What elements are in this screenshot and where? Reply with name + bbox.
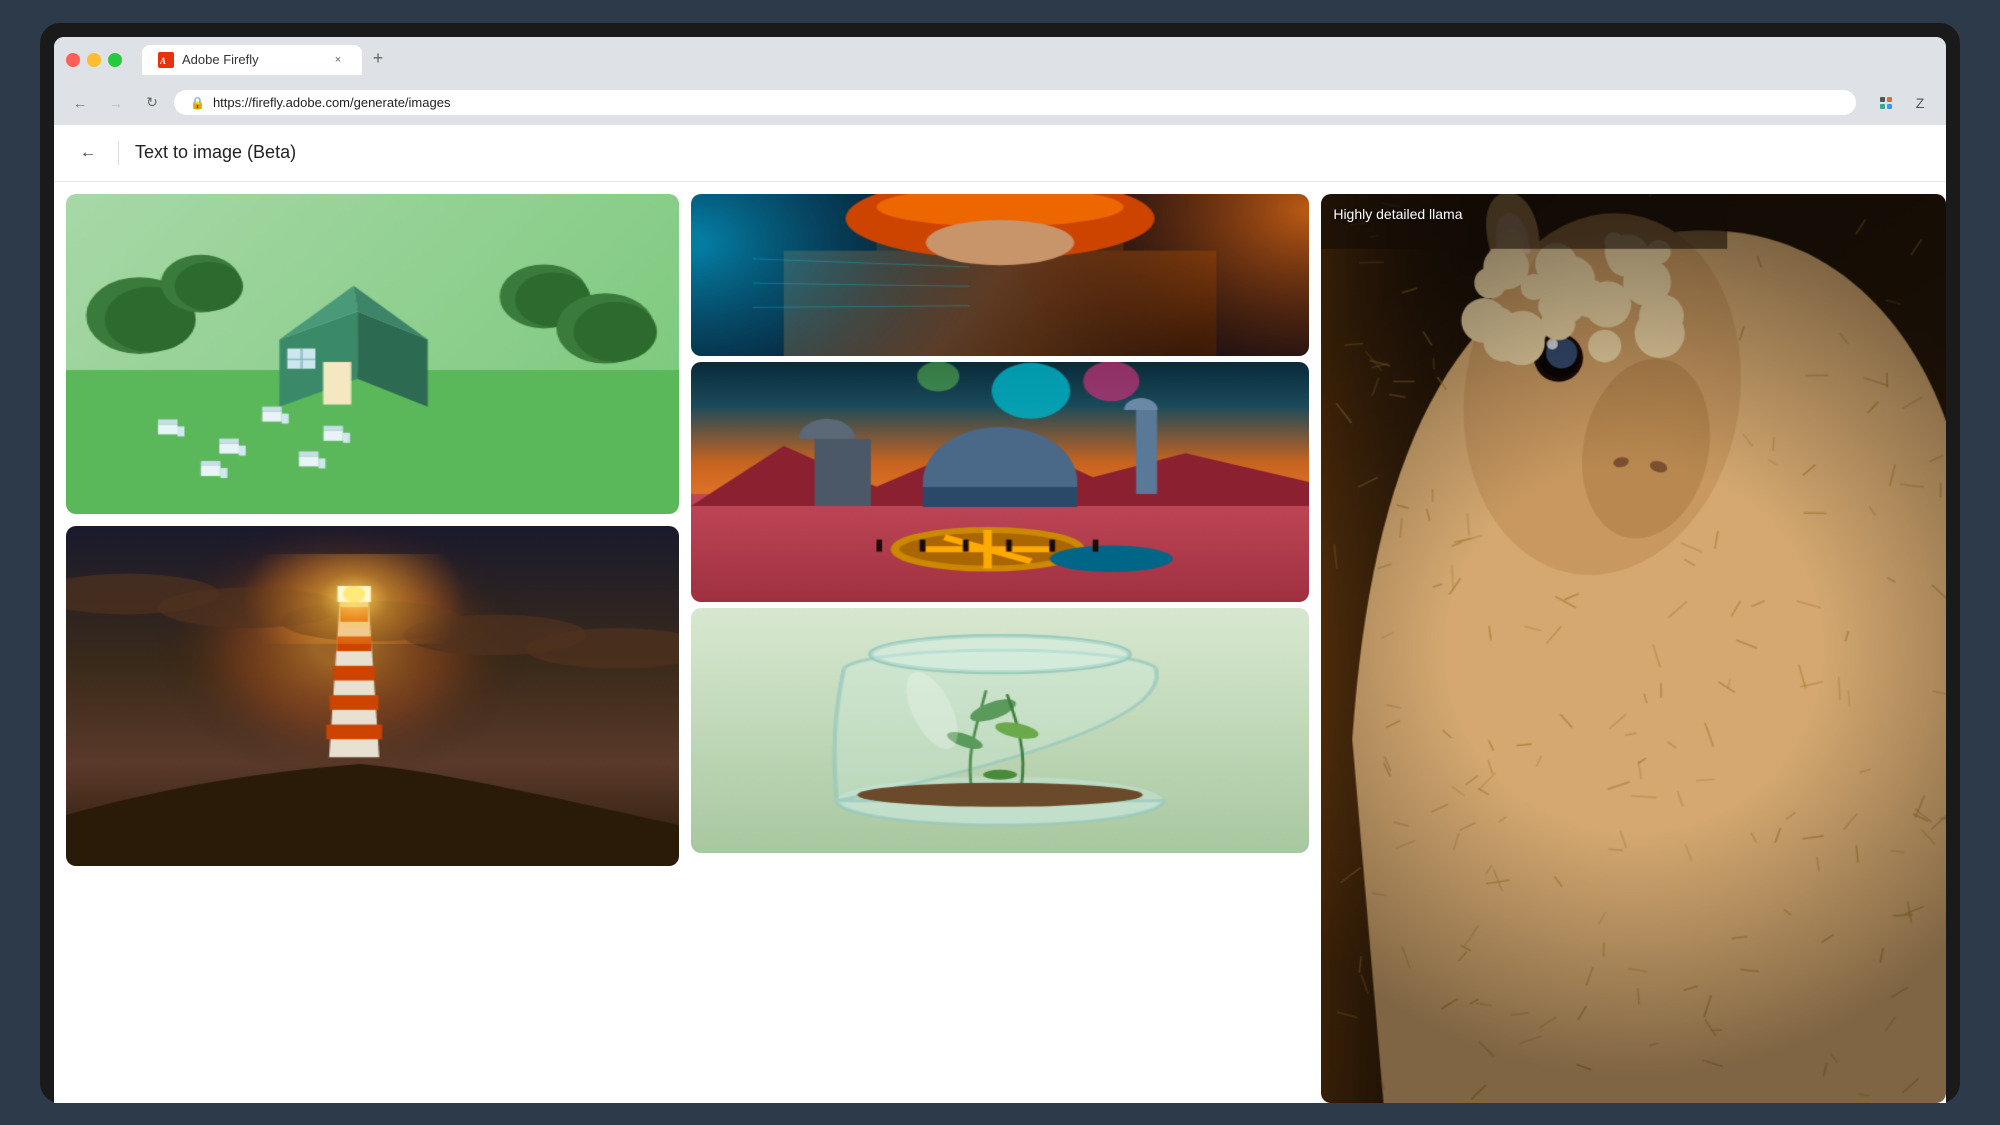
main-area: Highly detailed llama: [54, 182, 1946, 1103]
page-header: ← Text to image (Beta): [54, 125, 1946, 182]
gallery-col-1: [54, 182, 685, 1103]
close-window-button[interactable]: [66, 53, 80, 67]
reload-button[interactable]: ↻: [138, 89, 166, 117]
header-divider: [118, 141, 119, 165]
browser-window: A Adobe Firefly × + ← → ↻ 🔒 https://fire…: [54, 37, 1946, 1103]
gallery-grid: Highly detailed llama: [54, 182, 1946, 1103]
llama-label: Highly detailed llama: [1333, 206, 1462, 222]
svg-text:A: A: [160, 56, 166, 66]
address-bar[interactable]: 🔒 https://firefly.adobe.com/generate/ima…: [174, 90, 1856, 115]
url-text: https://firefly.adobe.com/generate/image…: [213, 95, 451, 110]
gallery-col-2: [685, 182, 1316, 1103]
image-card-lighthouse[interactable]: [66, 526, 679, 866]
forward-button[interactable]: →: [102, 89, 130, 117]
tab-title: Adobe Firefly: [182, 52, 322, 67]
image-card-house[interactable]: [66, 194, 679, 514]
page-back-button[interactable]: ←: [74, 139, 102, 167]
image-card-cyberpunk[interactable]: [691, 194, 1310, 356]
image-card-jar[interactable]: [691, 608, 1310, 853]
tab-favicon-icon: A: [158, 52, 174, 68]
image-card-alien-city[interactable]: [691, 362, 1310, 602]
gallery-area: Highly detailed llama: [54, 182, 1946, 1103]
active-tab[interactable]: A Adobe Firefly ×: [142, 45, 362, 75]
traffic-lights: [66, 53, 122, 67]
laptop-frame: A Adobe Firefly × + ← → ↻ 🔒 https://fire…: [40, 23, 1960, 1103]
chrome-actions: Z: [1872, 89, 1934, 117]
lock-icon: 🔒: [190, 96, 205, 110]
new-tab-button[interactable]: +: [364, 45, 392, 73]
extensions-button[interactable]: [1872, 89, 1900, 117]
image-card-llama[interactable]: Highly detailed llama: [1321, 194, 1946, 1103]
profile-button[interactable]: Z: [1906, 89, 1934, 117]
tab-bar: A Adobe Firefly × +: [142, 45, 392, 75]
back-button[interactable]: ←: [66, 89, 94, 117]
page-content: ← Text to image (Beta): [54, 125, 1946, 1103]
tab-close-button[interactable]: ×: [330, 52, 346, 68]
gallery-col-3: Highly detailed llama: [1315, 182, 1946, 1103]
maximize-window-button[interactable]: [108, 53, 122, 67]
page-title: Text to image (Beta): [135, 142, 296, 163]
address-bar-row: ← → ↻ 🔒 https://firefly.adobe.com/genera…: [54, 83, 1946, 125]
chrome-top-bar: A Adobe Firefly × +: [54, 37, 1946, 83]
minimize-window-button[interactable]: [87, 53, 101, 67]
